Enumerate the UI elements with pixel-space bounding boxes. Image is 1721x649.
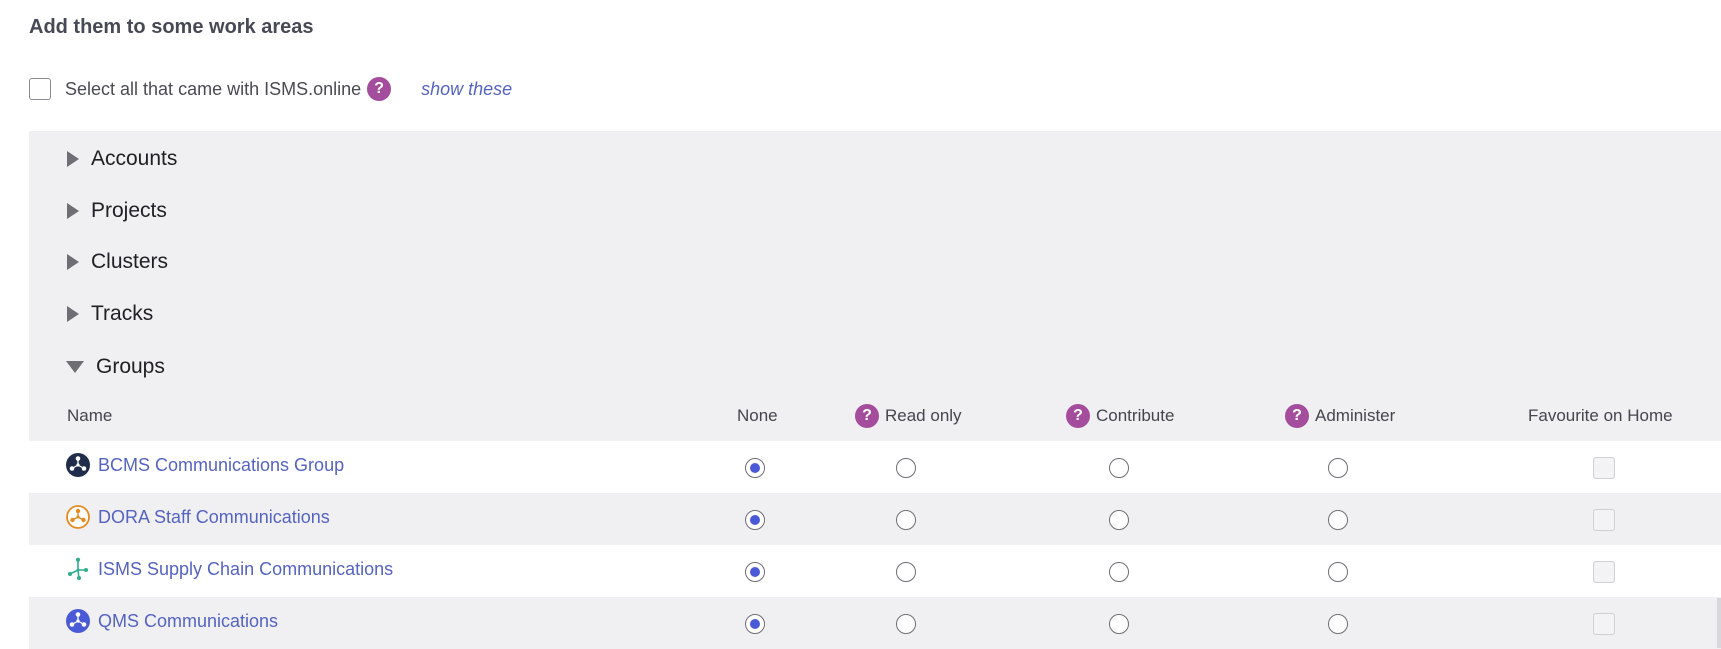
expand-arrow-icon [67, 203, 79, 219]
group-name: ISMS Supply Chain Communications [98, 558, 394, 579]
section-label: Tracks [91, 302, 154, 325]
scrollbar[interactable] [1717, 598, 1721, 648]
permission-none-radio[interactable] [745, 562, 765, 582]
group-name: DORA Staff Communications [98, 506, 330, 527]
section-accounts[interactable]: Accounts [67, 144, 177, 174]
permission-read-only-radio[interactable] [896, 562, 916, 582]
column-header-favourite: Favourite on Home [1528, 402, 1673, 430]
section-label: Clusters [91, 250, 169, 273]
table-row: QMS Communications [29, 597, 1721, 649]
table-row: DORA Staff Communications [29, 493, 1721, 545]
column-header-label: Name [67, 406, 113, 425]
favourite-checkbox[interactable] [1593, 509, 1615, 531]
column-header-administer: ? Administer [1285, 402, 1395, 430]
permission-read-only-radio[interactable] [896, 614, 916, 634]
column-header-read-only: ? Read only [855, 402, 962, 430]
group-network-icon [66, 453, 90, 477]
column-header-label: Administer [1315, 406, 1396, 425]
group-link[interactable]: BCMS Communications Group [66, 453, 344, 477]
permission-administer-radio[interactable] [1328, 614, 1348, 634]
group-network-icon [66, 609, 90, 633]
section-tracks[interactable]: Tracks [67, 299, 153, 329]
permission-none-radio[interactable] [745, 458, 765, 478]
section-clusters[interactable]: Clusters [67, 247, 168, 277]
column-header-none: None [737, 402, 778, 430]
group-name: QMS Communications [98, 610, 279, 631]
group-link[interactable]: ISMS Supply Chain Communications [66, 557, 393, 581]
table-row: ISMS Supply Chain Communications [29, 545, 1721, 597]
select-all-checkbox[interactable] [29, 78, 51, 100]
favourite-checkbox[interactable] [1593, 613, 1615, 635]
group-name: BCMS Communications Group [98, 454, 345, 475]
group-network-icon [66, 505, 90, 529]
table-row: BCMS Communications Group [29, 441, 1721, 493]
column-header-label: None [737, 406, 778, 425]
help-icon[interactable]: ? [367, 77, 392, 101]
expand-arrow-icon [67, 254, 79, 270]
column-header-label: Favourite on Home [1528, 406, 1673, 425]
permission-administer-radio[interactable] [1328, 458, 1348, 478]
help-icon[interactable]: ? [1285, 404, 1309, 428]
column-header-label: Contribute [1096, 406, 1175, 425]
group-link[interactable]: DORA Staff Communications [66, 505, 330, 529]
section-label: Accounts [91, 147, 178, 170]
column-header-contribute: ? Contribute [1066, 402, 1174, 430]
column-header-label: Read only [885, 406, 962, 425]
favourite-checkbox[interactable] [1593, 457, 1615, 479]
work-areas-page: Add them to some work areas Select all t… [0, 0, 1721, 649]
section-groups[interactable]: Groups [66, 352, 165, 382]
show-these-link[interactable]: show these [421, 79, 512, 100]
permission-contribute-radio[interactable] [1109, 562, 1129, 582]
section-label: Groups [96, 355, 165, 378]
permission-administer-radio[interactable] [1328, 562, 1348, 582]
expand-arrow-icon [67, 306, 79, 322]
group-link[interactable]: QMS Communications [66, 609, 278, 633]
permission-contribute-radio[interactable] [1109, 614, 1129, 634]
section-projects[interactable]: Projects [67, 196, 167, 226]
permission-none-radio[interactable] [745, 510, 765, 530]
select-all-label: Select all that came with ISMS.online [65, 78, 362, 99]
branch-network-icon [68, 557, 88, 580]
permission-read-only-radio[interactable] [896, 510, 916, 530]
column-header-name: Name [67, 402, 112, 430]
permission-contribute-radio[interactable] [1109, 510, 1129, 530]
section-label: Projects [91, 199, 167, 222]
select-all-row: Select all that came with ISMS.online ? … [29, 76, 512, 102]
help-icon[interactable]: ? [1066, 404, 1090, 428]
expand-arrow-icon [67, 151, 79, 167]
permission-read-only-radio[interactable] [896, 458, 916, 478]
section-heading: Add them to some work areas [29, 16, 314, 38]
help-icon[interactable]: ? [855, 404, 879, 428]
collapse-arrow-icon [66, 361, 84, 373]
permission-contribute-radio[interactable] [1109, 458, 1129, 478]
permission-none-radio[interactable] [745, 614, 765, 634]
permission-administer-radio[interactable] [1328, 510, 1348, 530]
favourite-checkbox[interactable] [1593, 561, 1615, 583]
